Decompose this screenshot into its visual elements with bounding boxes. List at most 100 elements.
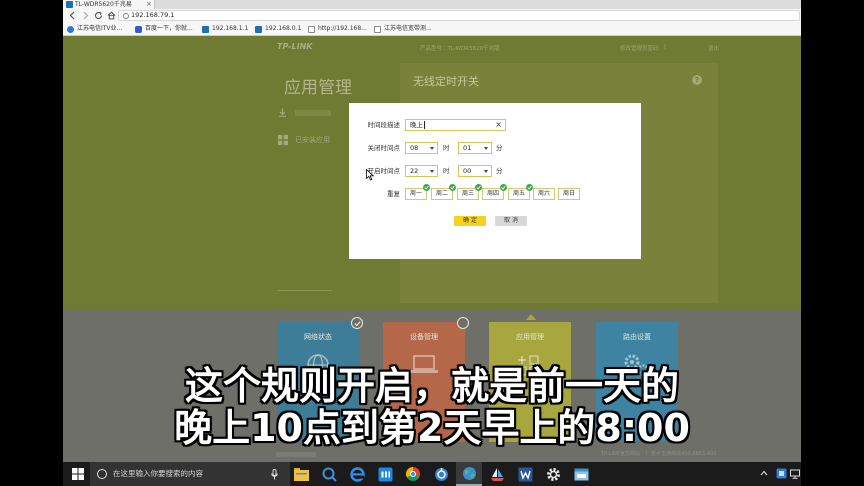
bookmark-item[interactable]: http://192.168... [308, 24, 367, 34]
day-toggle-wed[interactable]: 周三 [457, 184, 482, 200]
on-minute-select[interactable]: 00 [458, 165, 492, 177]
bookmark-item[interactable]: 192.168.1.1 [202, 24, 248, 34]
taskbar-app[interactable] [484, 462, 510, 486]
day-toggle-mon[interactable]: 周一 [405, 184, 430, 200]
description-input[interactable]: 晚上 × [405, 119, 506, 131]
microphone-icon[interactable] [271, 469, 278, 480]
taskbar-app[interactable] [372, 462, 398, 486]
settings-gear-icon [546, 467, 560, 481]
day-toggle-thu[interactable]: 周四 [482, 184, 507, 200]
day-toggle-sat[interactable]: 周六 [533, 188, 555, 200]
card-label: 路由设置 [623, 333, 651, 341]
chevron-up-icon[interactable] [760, 470, 768, 476]
chrome-icon [406, 467, 420, 481]
clear-input-icon[interactable]: × [495, 120, 502, 130]
confirm-button[interactable]: 确 定 [454, 216, 486, 226]
on-hour-select[interactable]: 22 [405, 165, 438, 177]
bookmark-item[interactable]: 江苏电信宽带测... [374, 24, 432, 34]
ship-app-icon [490, 467, 504, 481]
taskbar-app[interactable] [316, 462, 342, 486]
change-password-link[interactable]: 修改管理员密码 [620, 44, 659, 52]
active-card-pointer [526, 314, 536, 320]
taskbar-app[interactable] [400, 462, 426, 486]
hour-unit: 时 [443, 167, 450, 175]
sidebar-item-installed-apps[interactable]: 已安装应用 [295, 135, 330, 145]
subtitle-line-1: 这个规则开启，就是前一天的 [184, 364, 679, 408]
bookmark-label: 江苏电信ITV业... [77, 25, 123, 32]
display-tray-icon[interactable] [790, 469, 800, 479]
ie-favicon-icon [67, 25, 74, 33]
check-icon [449, 184, 456, 191]
taskbar-search-box[interactable]: 在这里输入你要搜索的内容 [90, 462, 290, 486]
footer-version-blurred [276, 452, 316, 457]
site-info-icon[interactable] [123, 13, 129, 19]
globe-browser-icon [462, 466, 476, 480]
minute-unit: 分 [496, 144, 503, 152]
bookmark-item[interactable]: 192.168.0.1 [255, 24, 301, 34]
address-bar[interactable]: 192.168.79.1 [118, 10, 800, 21]
chevron-down-icon [430, 170, 434, 173]
taskbar-app[interactable] [512, 462, 538, 486]
cortana-circle-icon [97, 469, 107, 479]
check-icon [500, 184, 507, 191]
footer-separator: | [646, 450, 648, 456]
check-icon [475, 184, 482, 191]
taskbar-app[interactable] [288, 462, 314, 486]
header-separator: | [664, 44, 666, 50]
router-favicon-icon [66, 1, 73, 8]
download-icon [279, 108, 286, 117]
day-toggle-tue[interactable]: 周二 [431, 184, 456, 200]
off-time-label: 关闭时间点 [367, 144, 401, 152]
day-toggle-fri[interactable]: 周五 [508, 184, 533, 200]
tray-app-icon[interactable] [776, 468, 787, 479]
sidebar-divider [277, 290, 332, 291]
taskbar-app-active[interactable] [456, 462, 482, 486]
browser-tab[interactable]: TL-WDR5620千兆易 × [63, 0, 155, 9]
check-icon [526, 184, 533, 191]
taskbar-app[interactable] [568, 462, 594, 486]
browser-tab-strip [63, 0, 801, 9]
taskbar-app[interactable] [428, 462, 454, 486]
bookmark-label: 192.168.0.1 [265, 25, 302, 32]
sidebar-item-blurred[interactable] [295, 110, 331, 116]
taskbar-app[interactable] [540, 462, 566, 486]
file-explorer-icon [293, 467, 309, 481]
cancel-button[interactable]: 取 消 [495, 216, 527, 226]
off-hour-value: 08 [410, 144, 419, 152]
bookmark-item[interactable]: 江苏电信ITV业... [67, 24, 122, 34]
footer-website-link[interactable]: TP-LINK官方网站 [601, 450, 640, 457]
logout-link[interactable]: 退出 [708, 44, 719, 52]
footer-hotline: 技术支持热线400-8863-400 [651, 451, 717, 457]
on-minute-value: 00 [463, 167, 472, 175]
chevron-down-icon [484, 170, 488, 173]
chevron-down-icon [430, 147, 434, 150]
description-value: 晚上 [410, 121, 423, 129]
bookmark-item[interactable]: 百度一下，你就... [135, 24, 193, 34]
status-ok-icon [351, 317, 363, 329]
mouse-cursor-icon [366, 169, 374, 181]
day-toggle-sun[interactable]: 周日 [558, 188, 580, 200]
off-minute-value: 01 [463, 144, 472, 152]
off-minute-select[interactable]: 01 [458, 142, 492, 154]
card-label: 网络状态 [304, 333, 332, 341]
forward-arrow-icon[interactable] [81, 11, 90, 20]
minute-unit: 分 [496, 167, 503, 175]
tp-link-logo: TP-LINK [277, 42, 313, 51]
bookmark-label: http://192.168... [318, 25, 367, 32]
back-arrow-icon[interactable] [68, 11, 77, 20]
tab-close-icon[interactable]: × [146, 0, 152, 9]
day-label: 周五 [512, 190, 525, 197]
home-icon[interactable] [107, 11, 116, 20]
reload-icon[interactable] [94, 11, 103, 20]
on-time-label: 开启时间点 [367, 167, 401, 175]
off-hour-select[interactable]: 08 [405, 142, 438, 154]
windows-start-icon[interactable] [72, 468, 84, 480]
word-icon [518, 467, 532, 481]
help-icon[interactable]: ? [692, 75, 702, 85]
page-favicon-icon [308, 25, 315, 33]
taskbar-app[interactable] [344, 462, 370, 486]
day-label: 周三 [461, 190, 474, 197]
day-label: 周四 [486, 190, 499, 197]
baidu-favicon-icon [135, 25, 142, 33]
search-app-icon [322, 467, 337, 482]
